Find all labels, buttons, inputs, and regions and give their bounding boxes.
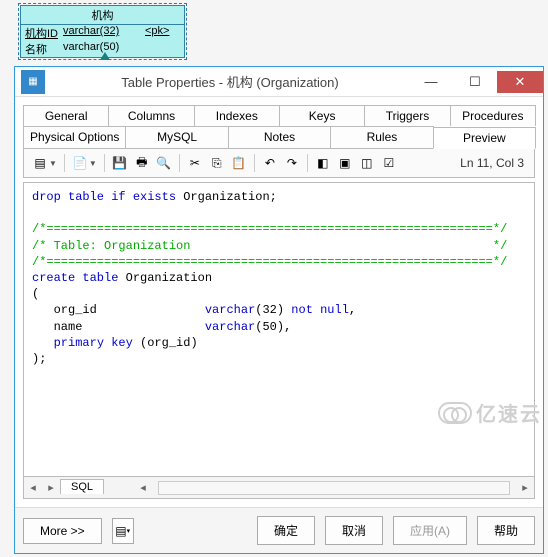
tab-row-1: General Columns Indexes Keys Triggers Pr… [23,105,535,126]
er-row: 机构ID varchar(32) <pk> [21,25,184,41]
quick-menu-button[interactable]: ▤▾ [112,518,134,544]
er-col-type: varchar(32) [63,25,145,41]
tab-row-2: Physical Options MySQL Notes Rules Previ… [23,126,535,148]
editor-wrap: drop table if exists Organization; /*===… [23,182,535,499]
tool-icon[interactable]: ☑ [379,153,399,173]
tab-physical-options[interactable]: Physical Options [23,126,126,148]
horizontal-scrollbar[interactable] [158,481,510,495]
er-relationship-arrow [100,52,110,60]
close-button[interactable]: ✕ [497,71,543,93]
doc-tab-sql[interactable]: SQL [60,479,104,494]
copy-icon[interactable]: ⎘ [207,153,227,173]
tab-preview[interactable]: Preview [433,127,536,149]
ok-button[interactable]: 确定 [257,516,315,545]
cursor-position: Ln 11, Col 3 [460,156,528,170]
redo-icon[interactable]: ↷ [282,153,302,173]
tab-indexes[interactable]: Indexes [194,105,280,126]
tool-icon[interactable]: ◫ [357,153,377,173]
new-icon[interactable]: 📄 [70,153,90,173]
tab-area: General Columns Indexes Keys Triggers Pr… [15,97,543,148]
properties-icon[interactable]: ▤ [30,153,50,173]
dialog-title: Table Properties - 机构 (Organization) [51,72,409,91]
more-button[interactable]: More [23,518,102,544]
button-bar: More ▤▾ 确定 取消 应用(A) 帮助 [15,507,543,553]
er-col-key: <pk> [145,25,169,41]
er-col-name: 名称 [25,41,63,57]
dropdown-icon[interactable]: ▼ [49,159,57,168]
tab-prev-icon[interactable]: ◂ [24,481,42,494]
cancel-button[interactable]: 取消 [325,516,383,545]
tab-mysql[interactable]: MySQL [125,126,228,148]
toolbar: ▤▼ 📄▼ 💾 🖶 🔍 ✂ ⎘ 📋 ↶ ↷ ◧ ▣ ◫ ☑ Ln 11, Col… [23,148,535,178]
tab-notes[interactable]: Notes [228,126,331,148]
sql-editor[interactable]: drop table if exists Organization; /*===… [24,183,534,476]
er-entity-title: 机构 [21,6,184,25]
scroll-left-icon[interactable]: ◂ [134,481,152,494]
document-tabs: ◂ ▸ SQL ◂ ▸ [24,476,534,498]
tool-icon[interactable]: ◧ [313,153,333,173]
dropdown-icon[interactable]: ▼ [89,159,97,168]
tab-procedures[interactable]: Procedures [450,105,536,126]
tab-triggers[interactable]: Triggers [364,105,450,126]
help-button[interactable]: 帮助 [477,516,535,545]
titlebar[interactable]: ▦ Table Properties - 机构 (Organization) —… [15,67,543,97]
cut-icon[interactable]: ✂ [185,153,205,173]
save-icon[interactable]: 💾 [110,153,130,173]
tab-keys[interactable]: Keys [279,105,365,126]
find-icon[interactable]: 🔍 [154,153,174,173]
maximize-button[interactable]: ☐ [453,71,497,93]
minimize-button[interactable]: — [409,71,453,93]
scroll-right-icon[interactable]: ▸ [516,481,534,494]
undo-icon[interactable]: ↶ [260,153,280,173]
tab-rules[interactable]: Rules [330,126,433,148]
print-icon[interactable]: 🖶 [132,153,152,173]
tab-general[interactable]: General [23,105,109,126]
er-entity-box[interactable]: 机构 机构ID varchar(32) <pk> 名称 varchar(50) [20,5,185,58]
paste-icon[interactable]: 📋 [229,153,249,173]
tab-next-icon[interactable]: ▸ [42,481,60,494]
table-icon: ▦ [21,70,45,94]
tool-icon[interactable]: ▣ [335,153,355,173]
table-properties-dialog: ▦ Table Properties - 机构 (Organization) —… [14,66,544,554]
apply-button[interactable]: 应用(A) [393,516,467,545]
tab-columns[interactable]: Columns [108,105,194,126]
er-col-name: 机构ID [25,25,63,41]
